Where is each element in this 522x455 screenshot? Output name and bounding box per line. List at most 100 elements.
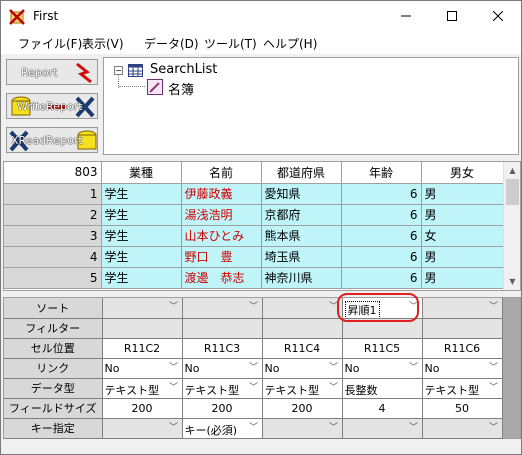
sort-select[interactable]: ﹀ <box>102 298 183 319</box>
chevron-down-icon[interactable]: ﹀ <box>487 380 501 397</box>
grid-cell[interactable]: 湯浅浩明 <box>181 204 262 226</box>
menu-view[interactable]: 表示(V) <box>82 35 124 52</box>
fieldsize-field[interactable]: 200 <box>102 398 183 419</box>
grid-cell[interactable]: 6 <box>341 204 422 226</box>
minimize-button[interactable] <box>383 1 429 31</box>
chevron-down-icon[interactable]: ﹀ <box>167 299 181 316</box>
table-row[interactable]: 4 学生 野口 豊 埼玉県 6 男 <box>4 246 504 268</box>
grid-cell[interactable]: 男 <box>421 246 504 268</box>
table-row[interactable]: 5 学生 渡邊 恭志 神奈川県 6 男 <box>4 267 504 289</box>
grid-cell[interactable]: 学生 <box>101 267 182 289</box>
key-select[interactable]: ﹀ <box>422 418 503 439</box>
scroll-up-icon[interactable]: ▲ <box>504 162 520 179</box>
grid-cell[interactable]: 京都府 <box>261 204 342 226</box>
grid-cell[interactable]: 6 <box>341 183 422 205</box>
link-select[interactable]: No ﹀ <box>182 358 263 379</box>
sort-select[interactable]: ﹀ <box>262 298 343 319</box>
link-select[interactable]: No ﹀ <box>262 358 343 379</box>
datatype-select[interactable]: テキスト型 ﹀ <box>102 378 183 399</box>
row-number[interactable]: 2 <box>4 204 102 226</box>
key-select[interactable]: キー(必須) ﹀ <box>182 418 263 439</box>
column-header[interactable]: 業種 <box>101 162 182 184</box>
chevron-down-icon[interactable]: ﹀ <box>487 420 501 437</box>
menu-file[interactable]: ファイル(F) <box>18 35 82 52</box>
menu-help[interactable]: ヘルプ(H) <box>263 35 317 52</box>
table-row[interactable]: 3 学生 山本ひとみ 熊本県 6 女 <box>4 225 504 247</box>
grid-cell[interactable]: 女 <box>421 225 504 247</box>
chevron-down-icon[interactable]: ﹀ <box>247 299 261 316</box>
write-report-button[interactable]: WriteReport <box>6 93 98 119</box>
chevron-down-icon[interactable]: ﹀ <box>407 420 421 437</box>
grid-cell[interactable]: 渡邊 恭志 <box>181 267 262 289</box>
chevron-down-icon[interactable]: ﹀ <box>327 360 341 377</box>
datatype-select[interactable]: テキスト型 ﹀ <box>262 378 343 399</box>
grid-cell[interactable]: 伊藤政義 <box>181 183 262 205</box>
key-select[interactable]: ﹀ <box>262 418 343 439</box>
grid-cell[interactable]: 愛知県 <box>261 183 342 205</box>
datatype-field[interactable]: 長整数 <box>342 378 423 399</box>
chevron-down-icon[interactable]: ﹀ <box>407 360 421 377</box>
key-select[interactable]: ﹀ <box>102 418 183 439</box>
chevron-down-icon[interactable]: ﹀ <box>167 380 181 397</box>
grid-cell[interactable]: 6 <box>341 267 422 289</box>
chevron-down-icon[interactable]: ﹀ <box>167 360 181 377</box>
report-button[interactable]: Report <box>6 59 98 85</box>
menu-data[interactable]: データ(D) <box>144 35 199 52</box>
row-number[interactable]: 4 <box>4 246 102 268</box>
sort-select[interactable]: ﹀ <box>182 298 263 319</box>
fieldsize-field[interactable]: 50 <box>422 398 503 419</box>
chevron-down-icon[interactable]: ﹀ <box>247 380 261 397</box>
sort-select[interactable]: ﹀ <box>422 298 503 319</box>
grid-cell[interactable]: 学生 <box>101 225 182 247</box>
chevron-down-icon[interactable]: ﹀ <box>327 420 341 437</box>
row-number[interactable]: 1 <box>4 183 102 205</box>
fieldsize-field[interactable]: 4 <box>342 398 423 419</box>
column-header[interactable]: 都道府県 <box>261 162 342 184</box>
grid-cell[interactable]: 山本ひとみ <box>181 225 262 247</box>
grid-cell[interactable]: 神奈川県 <box>261 267 342 289</box>
link-select[interactable]: No ﹀ <box>342 358 423 379</box>
grid-cell[interactable]: 学生 <box>101 183 182 205</box>
grid-cell[interactable]: 6 <box>341 225 422 247</box>
row-number[interactable]: 5 <box>4 267 102 289</box>
chevron-down-icon[interactable]: ﹀ <box>247 420 261 437</box>
chevron-down-icon[interactable]: ﹀ <box>487 299 501 316</box>
filter-field[interactable] <box>102 318 183 339</box>
column-header[interactable]: 年齢 <box>341 162 422 184</box>
filter-field[interactable] <box>262 318 343 339</box>
datatype-select[interactable]: テキスト型 ﹀ <box>422 378 503 399</box>
chevron-down-icon[interactable]: ﹀ <box>247 360 261 377</box>
tree-root-label[interactable]: SearchList <box>150 62 217 77</box>
link-select[interactable]: No ﹀ <box>102 358 183 379</box>
menu-tools[interactable]: ツール(T) <box>204 35 257 52</box>
column-header[interactable]: 男女 <box>421 162 504 184</box>
close-button[interactable] <box>475 1 521 31</box>
grid-cell[interactable]: 学生 <box>101 246 182 268</box>
read-report-button[interactable]: XReadReport <box>6 127 98 153</box>
grid-cell[interactable]: 男 <box>421 204 504 226</box>
tree-child-label[interactable]: 名簿 <box>168 79 194 98</box>
grid-cell[interactable]: 学生 <box>101 204 182 226</box>
tree-root-node[interactable]: − <box>114 62 143 78</box>
grid-vertical-scrollbar[interactable]: ▲ ▼ <box>503 162 520 290</box>
scroll-thumb[interactable] <box>506 179 519 205</box>
chevron-down-icon[interactable]: ﹀ <box>167 420 181 437</box>
filter-field[interactable] <box>182 318 263 339</box>
column-header[interactable]: 名前 <box>181 162 262 184</box>
chevron-down-icon[interactable]: ﹀ <box>487 360 501 377</box>
table-row[interactable]: 2 学生 湯浅浩明 京都府 6 男 <box>4 204 504 226</box>
collapse-icon[interactable]: − <box>114 65 123 75</box>
table-row[interactable]: 1 学生 伊藤政義 愛知県 6 男 <box>4 183 504 205</box>
row-number[interactable]: 3 <box>4 225 102 247</box>
scroll-down-icon[interactable]: ▼ <box>504 273 520 290</box>
grid-cell[interactable]: 男 <box>421 183 504 205</box>
grid-cell[interactable]: 野口 豊 <box>181 246 262 268</box>
chevron-down-icon[interactable]: ﹀ <box>327 380 341 397</box>
datatype-select[interactable]: テキスト型 ﹀ <box>182 378 263 399</box>
filter-field[interactable] <box>422 318 503 339</box>
fieldsize-field[interactable]: 200 <box>262 398 343 419</box>
key-select[interactable]: ﹀ <box>342 418 423 439</box>
link-select[interactable]: No ﹀ <box>422 358 503 379</box>
grid-cell[interactable]: 埼玉県 <box>261 246 342 268</box>
grid-cell[interactable]: 6 <box>341 246 422 268</box>
